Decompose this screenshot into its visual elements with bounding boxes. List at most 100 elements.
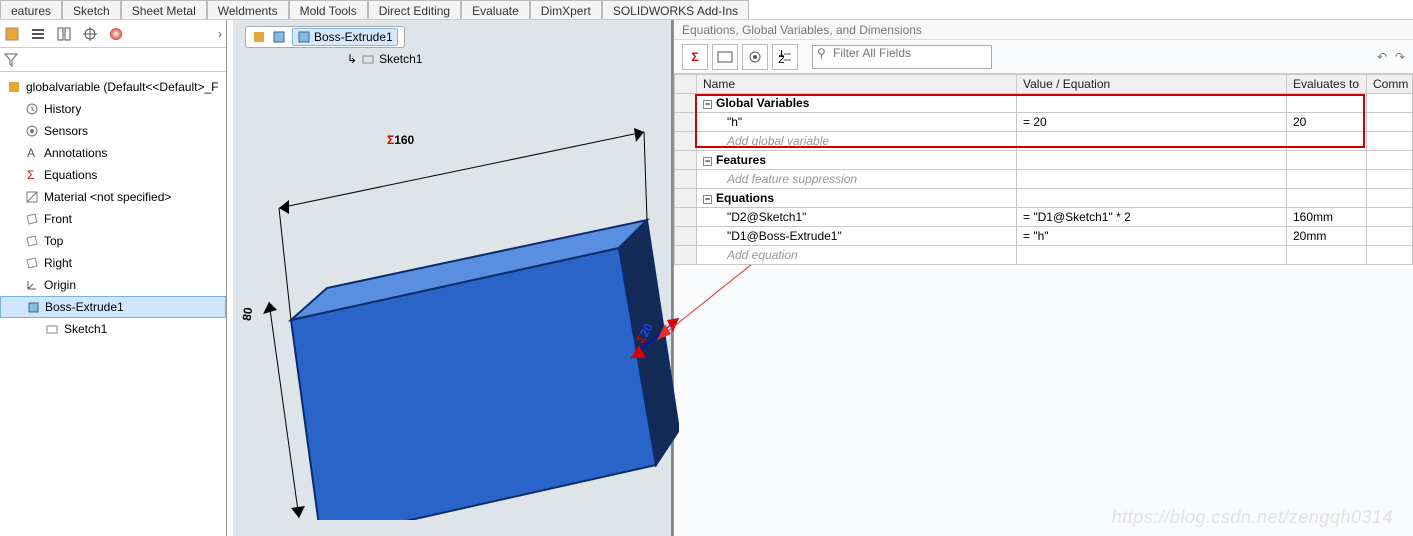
sub-breadcrumb[interactable]: ↳ Sketch1 <box>347 52 422 66</box>
row-d1boss[interactable]: "D1@Boss-Extrude1"= "h"20mm <box>675 227 1413 246</box>
sketch-icon <box>44 321 60 337</box>
col-name[interactable]: Name <box>697 75 1017 94</box>
tree-item-label: Annotations <box>44 146 107 160</box>
tree-item-label: History <box>44 102 81 116</box>
tree-annotations[interactable]: A Annotations <box>0 142 226 164</box>
feature-manager: › globalvariable (Default<<Default>_F Hi… <box>0 20 227 536</box>
tree-root-label: globalvariable (Default<<Default>_F <box>26 80 218 94</box>
crumb-label: Sketch1 <box>379 52 422 66</box>
crumb-body[interactable] <box>272 30 286 44</box>
filter-placeholder: Filter All Fields <box>833 46 911 60</box>
tab-sketch[interactable]: Sketch <box>62 0 121 20</box>
overflow-chevron-icon[interactable]: › <box>218 27 222 41</box>
ordered-view-button[interactable]: 12 <box>772 44 798 70</box>
tree-item-label: Front <box>44 212 72 226</box>
view-dim-button[interactable] <box>742 44 768 70</box>
tree-history[interactable]: History <box>0 98 226 120</box>
model-view[interactable] <box>249 120 679 520</box>
tree-item-label: Sensors <box>44 124 88 138</box>
tree-sketch1[interactable]: Sketch1 <box>0 318 226 340</box>
crumb-part[interactable] <box>252 30 266 44</box>
col-eval[interactable]: Evaluates to <box>1287 75 1367 94</box>
sensors-icon <box>24 123 40 139</box>
filter-icon <box>4 53 18 67</box>
equations-icon: Σ <box>24 167 40 183</box>
svg-text:Σ: Σ <box>27 168 34 182</box>
tab-evaluate[interactable]: Evaluate <box>461 0 530 20</box>
tab-directedit[interactable]: Direct Editing <box>368 0 461 20</box>
pointer-icon: ↳ <box>347 52 357 66</box>
history-icon <box>24 101 40 117</box>
feature-tree-icon[interactable] <box>4 26 20 42</box>
row-add-eq[interactable]: Add equation <box>675 246 1413 265</box>
section-equations[interactable]: −Equations <box>675 189 1413 208</box>
material-icon <box>24 189 40 205</box>
redo-button[interactable]: ↷ <box>1395 50 1405 64</box>
command-tabs: eatures Sketch Sheet Metal Weldments Mol… <box>0 0 1413 20</box>
tab-strip: eatures Sketch Sheet Metal Weldments Mol… <box>0 0 749 20</box>
tab-addins[interactable]: SOLIDWORKS Add-Ins <box>602 0 749 20</box>
view-eq-button[interactable] <box>712 44 738 70</box>
tab-moldtools[interactable]: Mold Tools <box>289 0 368 20</box>
appearance-manager-icon[interactable] <box>108 26 124 42</box>
tree-right[interactable]: Right <box>0 252 226 274</box>
tab-dimxpert[interactable]: DimXpert <box>530 0 602 20</box>
tree-item-label: Right <box>44 256 72 270</box>
equations-panel: Equations, Global Variables, and Dimensi… <box>673 20 1413 536</box>
row-h[interactable]: "h" = 20 20 <box>675 113 1413 132</box>
undo-button[interactable]: ↶ <box>1377 50 1387 64</box>
plane-icon <box>24 233 40 249</box>
filter-bar[interactable] <box>0 48 226 72</box>
row-add-feat[interactable]: Add feature suppression <box>675 170 1413 189</box>
col-value[interactable]: Value / Equation <box>1017 75 1287 94</box>
plane-icon <box>24 255 40 271</box>
equations-toolbar: Σ 12 ⚲ Filter All Fields ↶ ↷ <box>674 40 1413 74</box>
sketch-icon <box>361 52 375 66</box>
property-manager-icon[interactable] <box>30 26 46 42</box>
crumb-boss-extrude[interactable]: Boss-Extrude1 <box>292 28 398 46</box>
panel-tabs: › <box>0 20 226 48</box>
extrude-icon <box>25 299 41 315</box>
section-global-variables[interactable]: −Global Variables <box>675 94 1413 113</box>
tree-item-label: Material <not specified> <box>44 190 171 204</box>
feature-tree: globalvariable (Default<<Default>_F Hist… <box>0 72 226 536</box>
annotations-icon: A <box>24 145 40 161</box>
filter-input[interactable]: ⚲ Filter All Fields <box>812 45 992 69</box>
tree-front[interactable]: Front <box>0 208 226 230</box>
config-manager-icon[interactable] <box>56 26 72 42</box>
dim-80: 80 <box>235 306 258 322</box>
tree-origin[interactable]: Origin <box>0 274 226 296</box>
tab-features[interactable]: eatures <box>0 0 62 20</box>
crumb-label: Boss-Extrude1 <box>314 30 393 44</box>
panel-title: Equations, Global Variables, and Dimensi… <box>674 20 1413 40</box>
graphics-viewport[interactable]: Boss-Extrude1 ↳ Sketch1 <box>227 20 673 536</box>
col-comment[interactable]: Comm <box>1367 75 1413 94</box>
breadcrumb: Boss-Extrude1 <box>245 26 405 48</box>
part-icon <box>6 79 22 95</box>
tree-item-label: Origin <box>44 278 76 292</box>
sigma-button[interactable]: Σ <box>682 44 708 70</box>
tab-sheetmetal[interactable]: Sheet Metal <box>121 0 207 20</box>
origin-icon <box>24 277 40 293</box>
dim-160: Σ160 <box>387 128 414 149</box>
section-features[interactable]: −Features <box>675 151 1413 170</box>
tree-item-label: Sketch1 <box>64 322 107 336</box>
dimxpert-manager-icon[interactable] <box>82 26 98 42</box>
row-add-gv[interactable]: Add global variable <box>675 132 1413 151</box>
tree-root[interactable]: globalvariable (Default<<Default>_F <box>0 76 226 98</box>
tree-boss-extrude[interactable]: Boss-Extrude1 <box>0 296 226 318</box>
tree-item-label: Equations <box>44 168 97 182</box>
tree-item-label: Top <box>44 234 63 248</box>
equations-table: Name Value / Equation Evaluates to Comm … <box>674 74 1413 536</box>
tree-material[interactable]: Material <not specified> <box>0 186 226 208</box>
row-d2sketch[interactable]: "D2@Sketch1"= "D1@Sketch1" * 2160mm <box>675 208 1413 227</box>
tab-weldments[interactable]: Weldments <box>207 0 289 20</box>
tree-equations[interactable]: Σ Equations <box>0 164 226 186</box>
svg-text:2: 2 <box>778 52 785 64</box>
filter-icon: ⚲ <box>817 46 826 60</box>
table-header-row: Name Value / Equation Evaluates to Comm <box>675 75 1413 94</box>
tree-sensors[interactable]: Sensors <box>0 120 226 142</box>
tree-item-label: Boss-Extrude1 <box>45 300 124 314</box>
tree-top[interactable]: Top <box>0 230 226 252</box>
svg-text:A: A <box>27 146 35 160</box>
